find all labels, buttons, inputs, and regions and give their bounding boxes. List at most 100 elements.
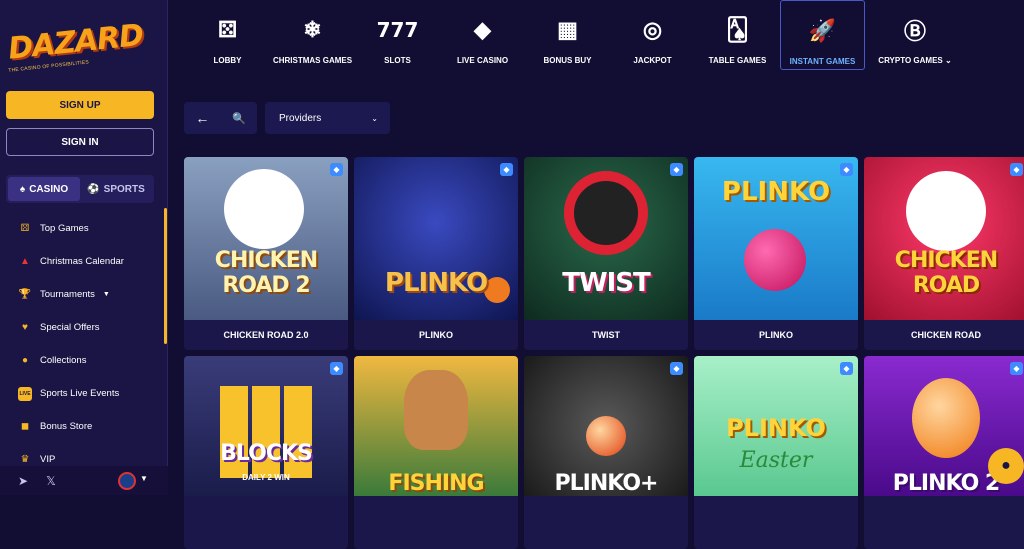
game-art-text: PLINKO (384, 268, 488, 298)
chat-support-button[interactable]: ● (988, 448, 1024, 484)
basket-icon: ◼ (20, 421, 30, 432)
sports-tab-label: SPORTS (103, 183, 145, 195)
game-title: CHICKEN ROAD (864, 320, 1024, 350)
chat-icon: ● (1001, 457, 1011, 474)
spade-icon: ♠ (19, 183, 26, 195)
toolbar-buttons: ← 🔍 (184, 102, 257, 134)
ball-image (586, 416, 626, 456)
sidebar-item-tournaments[interactable]: 🏆 Tournaments ▼ (0, 278, 160, 311)
777-icon: 777 (376, 18, 419, 42)
fisherman-image (404, 370, 468, 450)
nav-label: LIVE CASINO (456, 56, 509, 65)
nav-label: JACKPOT (633, 56, 672, 65)
nav-label: SLOTS (384, 56, 411, 65)
sidebar-item-special-offers[interactable]: ♥ Special Offers (0, 311, 160, 344)
diamond-icon: ◆ (500, 163, 513, 176)
game-card[interactable]: CHICKEN ROAD 2 ◆ CHICKEN ROAD 2.0 (184, 157, 348, 350)
christmas-icon: ❄ (303, 17, 322, 42)
game-thumbnail: CHICKEN ROAD 2 ◆ (184, 157, 348, 320)
nav-slots[interactable]: 777 SLOTS (355, 0, 440, 70)
game-card[interactable]: PLINKO ◆ PLINKO (694, 157, 858, 350)
diamond-icon: ◆ (1010, 362, 1023, 375)
nav-crypto-games[interactable]: Ⓑ CRYPTO GAMES ⌄ (865, 0, 965, 70)
providers-dropdown[interactable]: Providers ⌄ (265, 102, 390, 134)
cherries-icon: ● (21, 355, 29, 366)
sidebar-item-label: Collections (40, 355, 87, 366)
game-card[interactable]: PLINKO+ ◆ (524, 356, 688, 549)
santa-hat-icon: ▲ (20, 256, 30, 267)
rocket-icon: 🚀 (808, 18, 837, 43)
bonus-buy-icon: ▦ (557, 17, 578, 42)
game-thumbnail: BLOCKS DAILY 2 WIN ◆ (184, 356, 348, 496)
diamond-icon: ◆ (330, 163, 343, 176)
nav-lobby[interactable]: ⚄ LOBBY (185, 0, 270, 70)
nav-instant-games[interactable]: 🚀 INSTANT GAMES (780, 0, 865, 70)
nav-label: CHRISTMAS GAMES (272, 56, 353, 65)
sidebar-item-sports-live-events[interactable]: LIVE Sports Live Events (0, 377, 160, 410)
nav-live-casino[interactable]: ◆ LIVE CASINO (440, 0, 525, 70)
dice-icon: ⚄ (20, 223, 30, 234)
games-toolbar: ← 🔍 Providers ⌄ (184, 102, 390, 134)
game-title: PLINKO (354, 320, 518, 350)
game-card[interactable]: TWIST ◆ TWIST (524, 157, 688, 350)
ball-image (744, 229, 806, 291)
nav-table-games[interactable]: 🂡 TABLE GAMES (695, 0, 780, 70)
diamond-icon: ◆ (840, 362, 853, 375)
game-art-text: BLOCKS (220, 441, 313, 466)
sidebar-item-top-games[interactable]: ⚄ Top Games (0, 212, 160, 245)
dice-icon: ⚄ (217, 17, 238, 42)
diamond-icon: ◆ (670, 163, 683, 176)
sidebar-item-label: VIP (40, 454, 56, 465)
nav-label: INSTANT GAMES (789, 57, 856, 66)
game-thumbnail: PLINKO Easter ◆ (694, 356, 858, 496)
target-icon: ◎ (642, 17, 663, 42)
sidebar-scrollbar[interactable] (164, 208, 167, 344)
brand-logo[interactable]: DAZARD THE CASINO OF POSSIBILITIES (7, 18, 158, 74)
back-arrow-icon[interactable]: ← (195, 110, 209, 126)
soccer-ball-icon: ⚽ (87, 183, 100, 195)
trophy-icon: 🏆 (18, 289, 32, 300)
game-card[interactable]: CHICKEN ROAD ◆ CHICKEN ROAD (864, 157, 1024, 350)
game-card[interactable]: FISHING (354, 356, 518, 549)
search-icon[interactable]: 🔍 (232, 112, 246, 125)
wheel-image (564, 171, 648, 255)
casino-tab[interactable]: ♠ CASINO (8, 177, 80, 201)
game-title: PLINKO (694, 320, 858, 350)
sidebar-item-label: Bonus Store (40, 421, 93, 432)
x-icon[interactable]: 𝕏 (46, 474, 56, 488)
sidebar-item-label: Christmas Calendar (40, 256, 124, 267)
game-thumbnail: TWIST ◆ (524, 157, 688, 320)
nav-bonus-buy[interactable]: ▦ BONUS BUY (525, 0, 610, 70)
game-thumbnail: FISHING (354, 356, 518, 496)
live-casino-icon: ◆ (474, 17, 491, 42)
sidebar: DAZARD THE CASINO OF POSSIBILITIES SIGN … (0, 0, 168, 495)
ball-image (912, 378, 980, 458)
game-card[interactable]: BLOCKS DAILY 2 WIN ◆ (184, 356, 348, 549)
game-thumbnail: PLINKO ◆ (694, 157, 858, 320)
uk-flag-icon[interactable] (118, 472, 136, 490)
chevron-down-icon[interactable]: ▼ (140, 474, 148, 483)
live-icon: LIVE (18, 386, 32, 401)
casino-sports-switch: ♠ CASINO ⚽ SPORTS (6, 175, 154, 203)
category-nav: ⚄ LOBBY ❄ CHRISTMAS GAMES 777 SLOTS ◆ LI… (185, 0, 1024, 75)
game-title: CHICKEN ROAD 2.0 (184, 320, 348, 350)
sign-up-button[interactable]: SIGN UP (6, 91, 154, 119)
nav-christmas-games[interactable]: ❄ CHRISTMAS GAMES (270, 0, 355, 70)
playing-card-icon: 🂡 (726, 17, 749, 42)
telegram-icon[interactable]: ➤ (18, 474, 28, 488)
game-thumbnail: PLINKO ◆ (354, 157, 518, 320)
game-art-text: PLINKO+ (554, 471, 659, 496)
game-card[interactable]: PLINKO Easter ◆ (694, 356, 858, 549)
sports-tab[interactable]: ⚽ SPORTS (80, 177, 152, 201)
sidebar-item-label: Top Games (40, 223, 89, 234)
diamond-icon: ◆ (1010, 163, 1023, 176)
chevron-down-icon: ▼ (102, 291, 110, 298)
sign-in-button[interactable]: SIGN IN (6, 128, 154, 156)
games-grid: CHICKEN ROAD 2 ◆ CHICKEN ROAD 2.0 PLINKO… (184, 157, 1024, 549)
diamond-icon: ◆ (330, 362, 343, 375)
sidebar-item-collections[interactable]: ● Collections (0, 344, 160, 377)
game-card[interactable]: PLINKO ◆ PLINKO (354, 157, 518, 350)
sidebar-item-christmas-calendar[interactable]: ▲ Christmas Calendar (0, 245, 160, 278)
nav-jackpot[interactable]: ◎ JACKPOT (610, 0, 695, 70)
sidebar-item-bonus-store[interactable]: ◼ Bonus Store (0, 410, 160, 443)
